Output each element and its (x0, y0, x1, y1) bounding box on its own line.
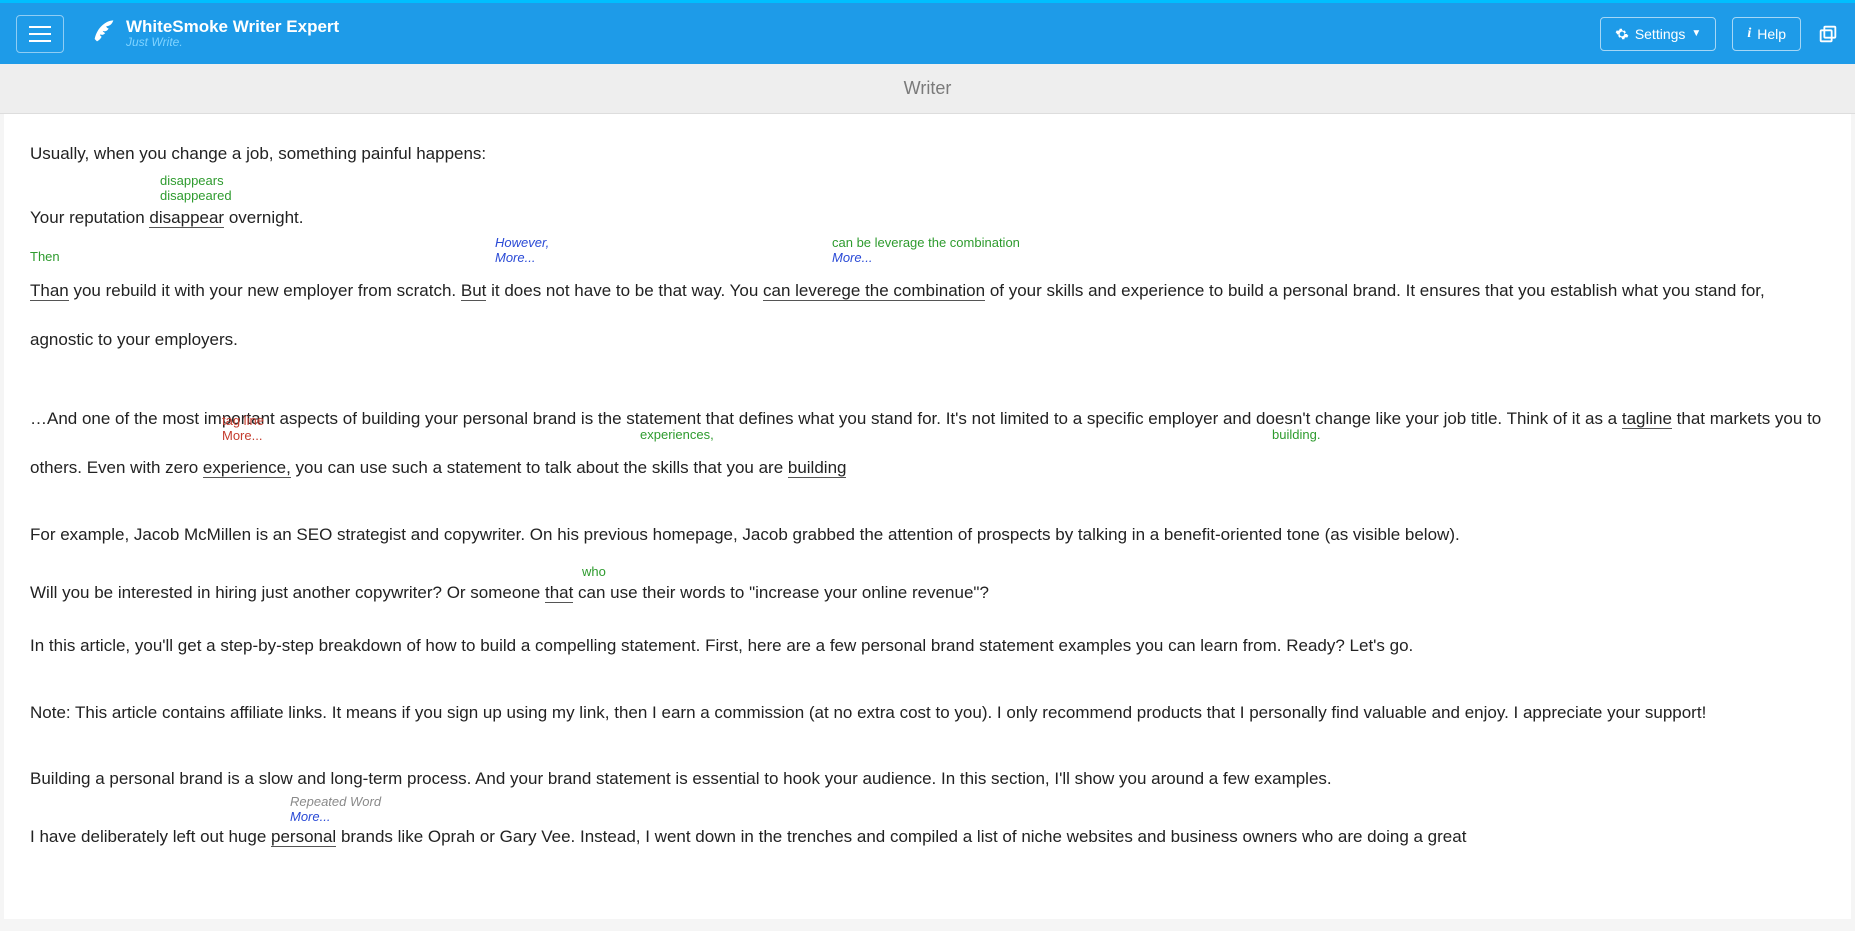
suggestion-than[interactable]: Then (30, 250, 60, 265)
error-that[interactable]: that (545, 583, 573, 603)
suggestion-that[interactable]: who (582, 565, 606, 580)
paragraph: Building a personal brand is a slow and … (30, 767, 1825, 791)
suggestion-experience[interactable]: experiences, (640, 428, 714, 443)
error-building[interactable]: building (788, 458, 847, 478)
settings-label: Settings (1635, 26, 1686, 42)
error-leverege[interactable]: can leverege the combination (763, 281, 985, 301)
error-experience[interactable]: experience, (203, 458, 291, 478)
help-label: Help (1757, 26, 1786, 42)
paragraph: In this article, you'll get a step-by-st… (30, 634, 1825, 658)
paragraph: who Will you be interested in hiring jus… (30, 581, 1825, 605)
help-button[interactable]: i Help (1732, 17, 1801, 51)
suggestion-but[interactable]: However, More... (495, 236, 549, 266)
brand: WhiteSmoke Writer Expert Just Write. (90, 18, 339, 50)
error-tagline[interactable]: tagline (1622, 409, 1672, 429)
error-personal[interactable]: personal (271, 827, 336, 847)
document-title: Writer (0, 64, 1855, 114)
top-bar: WhiteSmoke Writer Expert Just Write. Set… (0, 0, 1855, 64)
paragraph: Usually, when you change a job, somethin… (30, 142, 1825, 166)
error-than[interactable]: Than (30, 281, 69, 301)
error-but[interactable]: But (461, 281, 487, 301)
paragraph: tag line More... experiences, building. … (30, 394, 1825, 493)
error-disappear[interactable]: disappear (149, 208, 224, 228)
chevron-down-icon: ▼ (1691, 28, 1701, 39)
info-icon: i (1747, 26, 1751, 42)
paragraph: disappears disappeared Your reputation d… (30, 206, 1825, 230)
suggestion-disappear[interactable]: disappears disappeared (160, 174, 232, 204)
feather-icon (90, 18, 118, 46)
suggestion-leverege[interactable]: can be leverage the combination More... (832, 236, 1020, 266)
gear-icon (1615, 27, 1629, 41)
suggestion-building[interactable]: building. (1272, 428, 1320, 443)
paragraph: Then However, More... can be leverage th… (30, 266, 1825, 365)
menu-button[interactable] (16, 15, 64, 53)
suggestion-personal[interactable]: Repeated Word More... (290, 795, 381, 825)
paragraph: Note: This article contains affiliate li… (30, 688, 1825, 737)
settings-button[interactable]: Settings ▼ (1600, 17, 1717, 51)
window-icon[interactable] (1817, 23, 1839, 45)
paragraph: Repeated Word More... I have deliberatel… (30, 825, 1825, 849)
editor-area[interactable]: Usually, when you change a job, somethin… (4, 114, 1851, 919)
brand-tagline: Just Write. (126, 36, 339, 49)
paragraph: For example, Jacob McMillen is an SEO st… (30, 523, 1825, 547)
brand-title: WhiteSmoke Writer Expert (126, 18, 339, 37)
